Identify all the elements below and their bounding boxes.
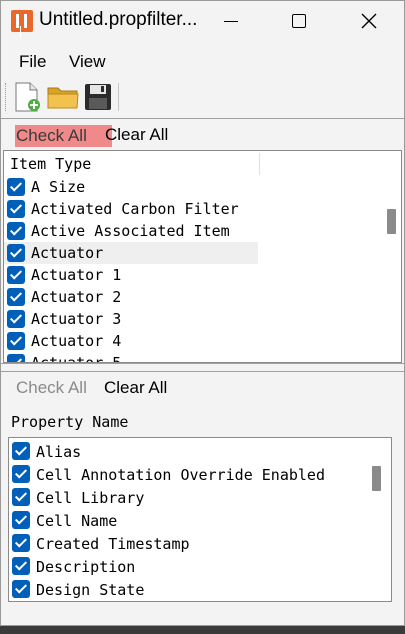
close-icon [361, 13, 377, 29]
list-item-label: Activated Carbon Filter [31, 200, 239, 218]
list-item[interactable]: A Size [4, 176, 258, 198]
list-item[interactable]: Cell Name [9, 509, 369, 532]
property-list[interactable]: Alias Cell Annotation Override Enabled Cel… [8, 437, 392, 602]
list-item-label: Alias [36, 443, 82, 461]
list-item-label: Cell Library [36, 489, 145, 507]
new-file-button[interactable] [11, 81, 43, 113]
checkbox[interactable] [7, 310, 25, 328]
list-item-label: Active Associated Item [31, 222, 230, 240]
toolbar-separator [118, 83, 119, 111]
new-file-icon [15, 82, 40, 112]
list-item[interactable]: Cell Library [9, 486, 369, 509]
list-item[interactable]: Cell Annotation Override Enabled [9, 463, 369, 486]
toolbar [1, 77, 404, 115]
list-item-label: Created Timestamp [36, 535, 190, 553]
propfilter-window: Untitled.propfilter... File View Check A… [0, 0, 405, 626]
minimize-icon [224, 20, 238, 22]
maximize-icon [292, 14, 306, 28]
list-item[interactable]: Description [9, 555, 369, 578]
property-rows: Alias Cell Annotation Override Enabled Cel… [9, 440, 369, 601]
list-item-label: Cell Name [36, 512, 118, 530]
property-scrollbar-thumb[interactable] [372, 466, 381, 491]
checkbox[interactable] [12, 465, 30, 483]
checkbox[interactable] [7, 200, 25, 218]
menu-file[interactable]: File [19, 52, 46, 72]
checkbox[interactable] [7, 266, 25, 284]
item-type-column-header[interactable]: Item Type [10, 155, 91, 173]
list-item[interactable]: Actuator [4, 242, 258, 264]
item-type-actions: Check All Clear All [1, 119, 402, 151]
list-item[interactable]: Actuator 5 [4, 352, 258, 363]
item-type-scrollbar-thumb[interactable] [387, 209, 396, 234]
save-button[interactable] [82, 81, 114, 113]
checkbox[interactable] [12, 557, 30, 575]
checkbox[interactable] [7, 222, 25, 240]
list-item[interactable]: Alias [9, 440, 369, 463]
app-icon [11, 10, 33, 32]
list-item-label: Actuator 1 [31, 266, 122, 284]
property-column-header: Property Name [11, 413, 129, 431]
list-item-label: Cell Annotation Override Enabled [36, 466, 325, 484]
checkbox[interactable] [12, 488, 30, 506]
list-item[interactable]: Created Timestamp [9, 532, 369, 555]
property-pane: Check All Clear All Property Name Alias C… [1, 371, 404, 625]
list-item-label: Description [36, 558, 136, 576]
list-item-label: A Size [31, 178, 86, 196]
checkbox[interactable] [12, 442, 30, 460]
list-item[interactable]: Actuator 2 [4, 286, 258, 308]
list-item[interactable]: Activated Carbon Filter [4, 198, 258, 220]
item-type-pane: Check All Clear All Item Type A Size Acti… [1, 118, 404, 364]
column-separator [259, 153, 260, 175]
list-item[interactable]: Design State [9, 578, 369, 601]
background-window-strip [0, 626, 405, 634]
checkbox[interactable] [7, 354, 25, 362]
checkbox[interactable] [7, 288, 25, 306]
checkbox[interactable] [12, 511, 30, 529]
list-item-label: Actuator 3 [31, 310, 122, 328]
save-icon [85, 84, 111, 110]
window-title: Untitled.propfilter... [39, 9, 198, 30]
checkbox[interactable] [12, 580, 30, 598]
list-item-label: Actuator 2 [31, 288, 122, 306]
property-clear-all-button[interactable]: Clear All [104, 378, 167, 398]
property-check-all-button[interactable]: Check All [16, 378, 87, 398]
property-actions: Check All Clear All [1, 372, 402, 404]
list-item-label: Actuator [31, 244, 104, 262]
item-type-rows: A Size Activated Carbon Filter Active Asso… [4, 176, 258, 363]
checkbox[interactable] [7, 244, 25, 262]
item-type-clear-all-button[interactable]: Clear All [105, 125, 168, 145]
item-type-list[interactable]: Item Type A Size Activated Carbon Filter A… [3, 150, 402, 363]
list-item[interactable]: Actuator 4 [4, 330, 258, 352]
menu-bar: File View [1, 47, 404, 77]
item-type-check-all-button[interactable]: Check All [15, 125, 112, 147]
open-folder-button[interactable] [46, 81, 79, 113]
list-item-label: Design State [36, 581, 145, 599]
toolbar-grip[interactable] [5, 83, 7, 111]
menu-view[interactable]: View [69, 52, 106, 72]
list-item-label: Actuator 4 [31, 332, 122, 350]
list-item[interactable]: Actuator 1 [4, 264, 258, 286]
minimize-button[interactable] [208, 1, 254, 41]
close-button[interactable] [346, 1, 392, 41]
checkbox[interactable] [12, 534, 30, 552]
maximize-button[interactable] [276, 1, 322, 41]
list-item-label: Actuator 5 [31, 354, 122, 363]
title-bar[interactable]: Untitled.propfilter... [1, 1, 404, 41]
open-folder-icon [47, 87, 79, 109]
checkbox[interactable] [7, 332, 25, 350]
list-item[interactable]: Active Associated Item [4, 220, 258, 242]
list-item[interactable]: Actuator 3 [4, 308, 258, 330]
checkbox[interactable] [7, 178, 25, 196]
